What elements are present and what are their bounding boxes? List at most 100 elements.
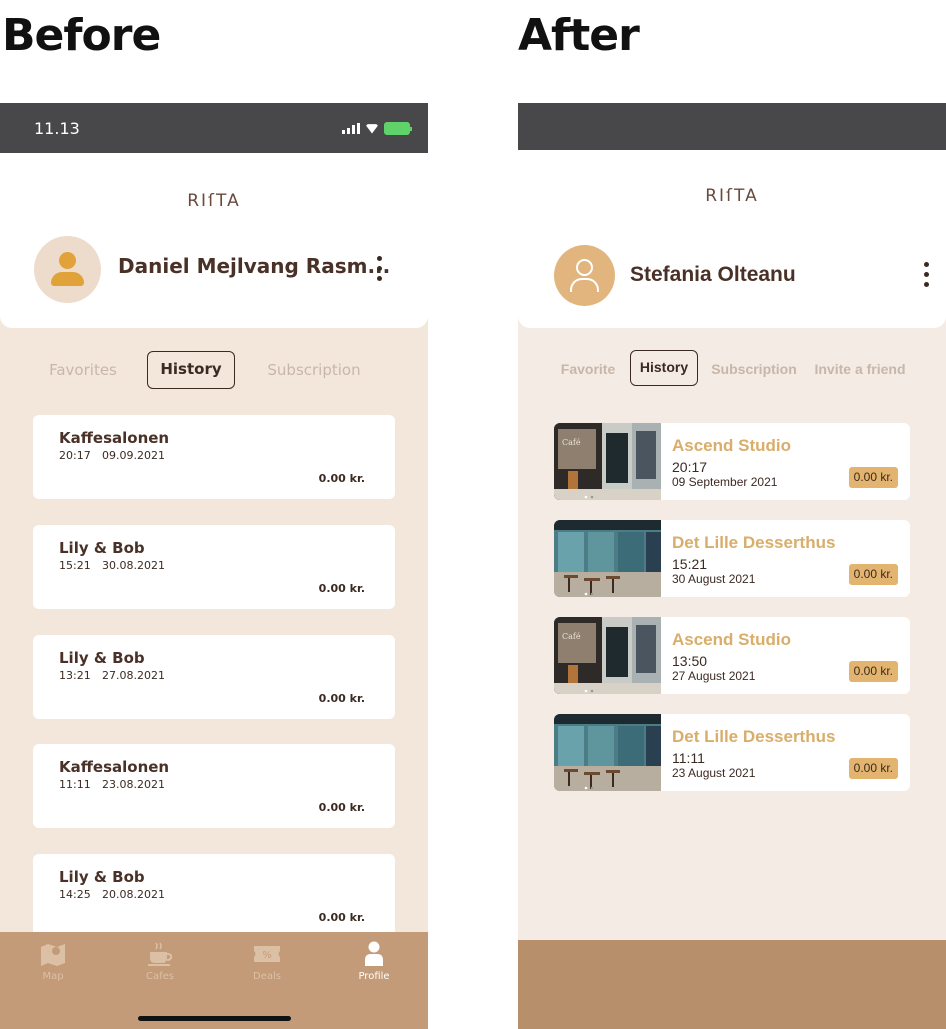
history-date: 09 September 2021 — [672, 475, 778, 489]
nav-cafes[interactable]: Cafes — [130, 940, 190, 982]
profile-tabs: Favorites History Subscription — [0, 351, 428, 389]
more-options-icon[interactable] — [377, 256, 382, 281]
history-date: 09.09.2021 — [102, 449, 165, 462]
profile-name: Daniel Mejlvang Rasm... — [118, 254, 391, 278]
home-indicator — [138, 1016, 291, 1021]
cafe-terrace-image — [554, 714, 661, 791]
nav-profile-label: Profile — [358, 971, 390, 982]
tab-subscription[interactable]: Subscription — [710, 361, 798, 377]
more-options-icon[interactable] — [924, 262, 929, 287]
status-bar — [518, 103, 946, 150]
battery-icon — [384, 121, 412, 135]
nav-deals-label: Deals — [253, 971, 281, 982]
history-item[interactable]: Lily & Bob 13:21 27.08.2021 0.00 kr. — [33, 635, 395, 719]
history-time: 20:17 — [59, 449, 91, 462]
history-price: 0.00 kr. — [318, 582, 365, 595]
wifi-icon — [365, 124, 379, 134]
svg-text:%: % — [262, 950, 272, 961]
rista-logo: RIſTA — [187, 191, 241, 211]
history-date: 27.08.2021 — [102, 669, 165, 682]
bottom-nav — [518, 940, 946, 1029]
tab-subscription[interactable]: Subscription — [258, 361, 370, 379]
history-item[interactable]: Café Ascend Studio 13:50 27 August 2021 … — [554, 617, 910, 694]
profile-name: Stefania Olteanu — [630, 263, 796, 286]
history-date: 23 August 2021 — [672, 766, 756, 780]
cafe-name: Ascend Studio — [672, 630, 792, 649]
signal-icon — [342, 122, 360, 134]
avatar-head — [576, 259, 593, 276]
after-heading: After — [518, 10, 640, 61]
rista-logo: RIſTA — [705, 186, 759, 206]
history-date: 23.08.2021 — [102, 778, 165, 791]
history-time: 11:11 — [59, 778, 91, 791]
avatar[interactable] — [554, 245, 615, 306]
cafe-storefront-image: Café — [554, 617, 661, 694]
tab-history[interactable]: History — [630, 350, 698, 386]
history-price: 0.00 kr. — [318, 801, 365, 814]
bottom-nav: Map Cafes % Deals Profile — [0, 932, 428, 1029]
history-price: 0.00 kr. — [318, 692, 365, 705]
avatar-body — [51, 272, 84, 286]
cafe-terrace-image — [554, 520, 661, 597]
cafe-name: Lily & Bob — [59, 539, 145, 557]
history-item[interactable]: Kaffesalonen 11:11 23.08.2021 0.00 kr. — [33, 744, 395, 828]
history-time: 15:21 — [672, 556, 708, 572]
history-item[interactable]: Lily & Bob 15:21 30.08.2021 0.00 kr. — [33, 525, 395, 609]
history-time: 13:50 — [672, 653, 708, 669]
nav-deals[interactable]: % Deals — [237, 940, 297, 982]
price-badge: 0.00 kr. — [848, 467, 898, 488]
history-time: 15:21 — [59, 559, 91, 572]
history-price: 0.00 kr. — [318, 911, 365, 924]
price-badge: 0.00 kr. — [848, 564, 898, 585]
cafe-name: Lily & Bob — [59, 868, 145, 886]
history-time: 20:17 — [672, 459, 708, 475]
person-icon — [344, 940, 404, 968]
cafe-name: Lily & Bob — [59, 649, 145, 667]
history-date: 30.08.2021 — [102, 559, 165, 572]
map-icon — [23, 940, 83, 968]
before-screen: 11.13 RIſTA Daniel Mejlvang Rasm... Favo… — [0, 103, 428, 1029]
coffee-cup-icon — [130, 940, 190, 968]
nav-cafes-label: Cafes — [146, 971, 174, 982]
price-badge: 0.00 kr. — [848, 661, 898, 682]
nav-map[interactable]: Map — [23, 940, 83, 982]
cafe-name: Kaffesalonen — [59, 429, 170, 447]
cafe-name: Ascend Studio — [672, 436, 792, 455]
avatar[interactable] — [34, 236, 101, 303]
history-item[interactable]: Kaffesalonen 20:17 09.09.2021 0.00 kr. — [33, 415, 395, 499]
cafe-name: Kaffesalonen — [59, 758, 170, 776]
nav-map-label: Map — [42, 971, 64, 982]
cafe-storefront-image: Café — [554, 423, 661, 500]
history-time: 11:11 — [672, 750, 705, 766]
svg-text:Café: Café — [562, 438, 581, 447]
history-time: 13:21 — [59, 669, 91, 682]
history-item[interactable]: Det Lille Desserthus 11:11 23 August 202… — [554, 714, 910, 791]
price-badge: 0.00 kr. — [848, 758, 898, 779]
tab-history[interactable]: History — [147, 351, 235, 389]
status-time: 11.13 — [34, 118, 80, 138]
nav-profile[interactable]: Profile — [344, 940, 404, 982]
cafe-name: Det Lille Desserthus — [672, 533, 836, 552]
history-date: 30 August 2021 — [672, 572, 756, 586]
svg-text:Café: Café — [562, 632, 581, 641]
avatar-body — [570, 278, 599, 292]
history-date: 20.08.2021 — [102, 888, 165, 901]
after-screen: RIſTA Stefania Olteanu Favorite History … — [518, 103, 946, 1029]
history-item[interactable]: Det Lille Desserthus 15:21 30 August 202… — [554, 520, 910, 597]
history-price: 0.00 kr. — [318, 472, 365, 485]
ticket-icon: % — [237, 940, 297, 968]
history-item[interactable]: Lily & Bob 14:25 20.08.2021 0.00 kr. — [33, 854, 395, 938]
tab-favorite[interactable]: Favorite — [558, 361, 618, 377]
profile-header: RIſTA Stefania Olteanu — [518, 150, 946, 328]
history-date: 27 August 2021 — [672, 669, 756, 683]
before-heading: Before — [2, 10, 161, 61]
status-icons — [342, 121, 412, 135]
history-item[interactable]: Café Ascend Studio 20:17 09 September 20… — [554, 423, 910, 500]
tab-favorites[interactable]: Favorites — [40, 361, 126, 379]
avatar-head — [59, 252, 76, 269]
cafe-name: Det Lille Desserthus — [672, 727, 836, 746]
status-bar: 11.13 — [0, 103, 428, 153]
history-time: 14:25 — [59, 888, 91, 901]
profile-header: RIſTA Daniel Mejlvang Rasm... — [0, 153, 428, 328]
tab-invite-a-friend[interactable]: Invite a friend — [814, 361, 906, 377]
